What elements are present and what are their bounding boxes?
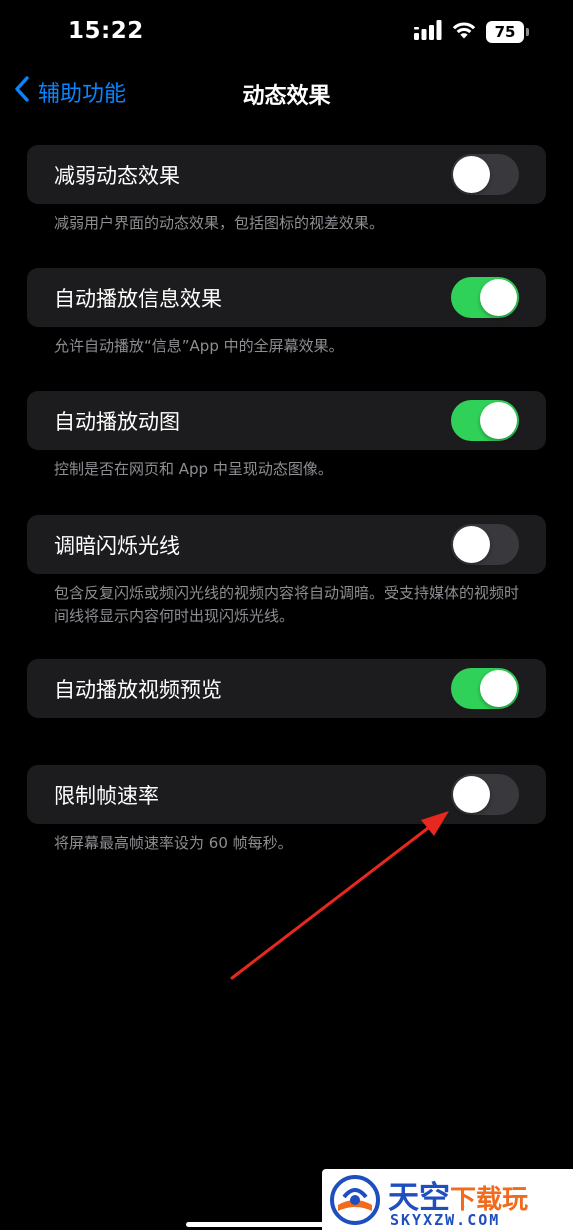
watermark: 天空下载玩 SKYXZW.COM: [322, 1169, 573, 1230]
auto-play-message-effects-toggle[interactable]: [451, 277, 519, 318]
settings-group-auto-play-animated-images: 自动播放动图 控制是否在网页和 App 中呈现动态图像。: [27, 391, 546, 481]
dim-flashing-lights-toggle[interactable]: [451, 524, 519, 565]
setting-label: 减弱动态效果: [54, 164, 180, 188]
toggle-knob: [480, 402, 517, 439]
settings-group-reduce-motion: 减弱动态效果 减弱用户界面的动态效果，包括图标的视差效果。: [27, 145, 546, 235]
page-title: 动态效果: [242, 84, 331, 109]
setting-label: 自动播放动图: [54, 410, 180, 434]
setting-label: 自动播放视频预览: [54, 678, 222, 702]
settings-group-limit-frame-rate: 限制帧速率 将屏幕最高帧速率设为 60 帧每秒。: [27, 765, 546, 855]
status-icons: 75: [414, 20, 529, 44]
cellular-signal-icon: [414, 20, 442, 44]
setting-row-auto-play-animated-images[interactable]: 自动播放动图: [27, 391, 546, 450]
status-bar: 15:22 75: [0, 0, 573, 68]
limit-frame-rate-toggle[interactable]: [451, 774, 519, 815]
setting-footer: 将屏幕最高帧速率设为 60 帧每秒。: [54, 834, 293, 852]
setting-footer: 允许自动播放“信息”App 中的全屏幕效果。: [54, 337, 344, 355]
reduce-motion-toggle[interactable]: [451, 154, 519, 195]
battery-icon: 75: [486, 21, 529, 43]
navigation-bar: 辅助功能 动态效果: [0, 68, 573, 118]
setting-label: 自动播放信息效果: [54, 287, 222, 311]
setting-footer: 控制是否在网页和 App 中呈现动态图像。: [54, 460, 333, 478]
setting-row-limit-frame-rate[interactable]: 限制帧速率: [27, 765, 546, 824]
settings-group-auto-play-message-effects: 自动播放信息效果 允许自动播放“信息”App 中的全屏幕效果。: [27, 268, 546, 358]
setting-row-reduce-motion[interactable]: 减弱动态效果: [27, 145, 546, 204]
setting-row-auto-play-message-effects[interactable]: 自动播放信息效果: [27, 268, 546, 327]
setting-row-dim-flashing-lights[interactable]: 调暗闪烁光线: [27, 515, 546, 574]
watermark-logo-icon: [330, 1175, 380, 1225]
toggle-knob: [480, 279, 517, 316]
auto-play-video-previews-toggle[interactable]: [451, 668, 519, 709]
toggle-knob: [453, 526, 490, 563]
battery-level: 75: [486, 21, 524, 43]
setting-footer: 减弱用户界面的动态效果，包括图标的视差效果。: [54, 214, 385, 232]
status-time: 15:22: [68, 18, 144, 44]
watermark-subtitle: SKYXZW.COM: [390, 1211, 501, 1229]
auto-play-animated-images-toggle[interactable]: [451, 400, 519, 441]
home-indicator[interactable]: [186, 1222, 326, 1227]
setting-label: 调暗闪烁光线: [54, 534, 180, 558]
battery-cap: [526, 28, 529, 36]
settings-group-dim-flashing-lights: 调暗闪烁光线 包含反复闪烁或频闪光线的视频内容将自动调暗。受支持媒体的视频时间线…: [27, 515, 546, 628]
toggle-knob: [453, 156, 490, 193]
toggle-knob: [480, 670, 517, 707]
toggle-knob: [453, 776, 490, 813]
settings-group-auto-play-video-previews: 自动播放视频预览: [27, 659, 546, 718]
wifi-icon: [451, 20, 477, 44]
setting-footer: 包含反复闪烁或频闪光线的视频内容将自动调暗。受支持媒体的视频时间线将显示内容何时…: [54, 584, 520, 625]
setting-label: 限制帧速率: [54, 784, 159, 808]
setting-row-auto-play-video-previews[interactable]: 自动播放视频预览: [27, 659, 546, 718]
